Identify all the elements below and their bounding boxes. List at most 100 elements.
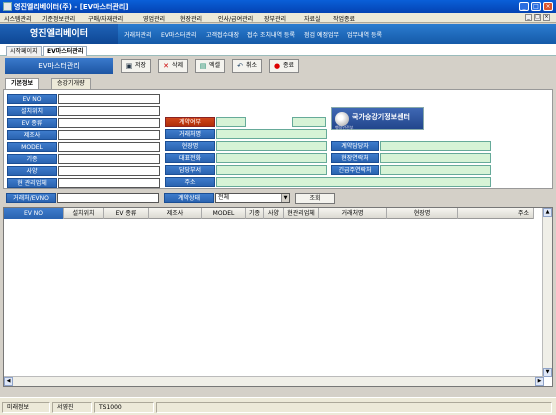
label-client-name: 거래처명	[165, 129, 215, 139]
status-code: TS1000	[94, 402, 154, 413]
menu-item[interactable]: 구매/자재관리	[88, 14, 123, 23]
delete-icon: ✕	[163, 62, 169, 70]
undo-icon: ↶	[237, 62, 243, 70]
label-model: MODEL	[7, 142, 57, 152]
header-menu-item[interactable]: 고객접수대장	[206, 30, 239, 39]
menu-item[interactable]: 현장관리	[180, 14, 202, 23]
vertical-scrollbar[interactable]: ▲ ▼	[542, 208, 552, 377]
column-header[interactable]: 제조사	[149, 208, 202, 219]
column-header[interactable]: 현장명	[387, 208, 458, 219]
scroll-down-icon[interactable]: ▼	[543, 368, 552, 377]
document-tabs: 시작페이지 EV마스터관리	[0, 44, 556, 56]
form-title: EV마스터관리	[5, 58, 113, 74]
column-header[interactable]: EV 종류	[104, 208, 149, 219]
menu-item[interactable]: 영업관리	[143, 14, 165, 23]
menu-bar: 시스템관리 기준정보관리 구매/자재관리 영업관리 현장관리 인사/급여관리 장…	[0, 13, 556, 23]
excel-icon: ▤	[199, 62, 207, 70]
column-header[interactable]: MODEL	[202, 208, 246, 219]
column-header[interactable]: 주소	[458, 208, 534, 219]
column-header[interactable]: 설치위치	[64, 208, 104, 219]
tab-ev-master[interactable]: EV마스터관리	[43, 46, 88, 56]
emergency-contact-field[interactable]	[380, 165, 491, 175]
grid-header: EV NO 설치위치 EV 종류 제조사 MODEL 기종 사양 현관리업체 거…	[4, 208, 534, 219]
scroll-left-icon[interactable]: ◀	[4, 377, 13, 386]
header-menu-item[interactable]: 점검 예정업무	[304, 30, 339, 39]
manufacturer-field[interactable]	[58, 130, 160, 140]
label-contract-state: 계약상태	[164, 193, 214, 203]
department-field[interactable]	[216, 165, 327, 175]
site-name-field[interactable]	[216, 141, 327, 151]
save-button[interactable]: ▣ 저장	[121, 59, 151, 73]
label-model-type: 기종	[7, 154, 57, 164]
tab-elevator-improvement[interactable]: 승강기개량	[51, 78, 91, 89]
contract-state-select[interactable]: 전체 ▼	[215, 193, 290, 203]
menu-item[interactable]: 시스템관리	[4, 14, 32, 23]
cancel-button[interactable]: ↶ 취소	[232, 59, 262, 73]
header-menu-item[interactable]: 업무내역 등록	[347, 30, 382, 39]
address-field[interactable]	[216, 177, 491, 187]
column-header[interactable]: 현관리업체	[284, 208, 319, 219]
app-logo: 영진엘리베이터	[0, 24, 118, 44]
menu-item[interactable]: 자료실	[304, 14, 321, 23]
maximize-button[interactable]: □	[531, 2, 541, 11]
model-field[interactable]	[58, 142, 160, 152]
label-contract-manager: 계약담당자	[331, 141, 379, 151]
current-manager-field[interactable]	[58, 178, 160, 188]
contract-status-field[interactable]	[216, 117, 246, 127]
client-name-field[interactable]	[216, 129, 327, 139]
label-install-location: 설치위치	[7, 106, 57, 116]
label-current-manager: 현 관리업체	[7, 178, 57, 188]
install-location-field[interactable]	[58, 106, 160, 116]
delete-button[interactable]: ✕ 삭제	[158, 59, 188, 73]
scroll-right-icon[interactable]: ▶	[535, 377, 544, 386]
spec-field[interactable]	[58, 166, 160, 176]
label-address: 주소	[165, 177, 215, 187]
site-contact-field[interactable]	[380, 153, 491, 163]
client-evno-search-input[interactable]	[57, 193, 159, 203]
label-contract-status: 계약여부	[165, 117, 215, 127]
status-bar: 미래정보 서영진 TS1000	[0, 397, 556, 415]
mdi-minimize-icon[interactable]: _	[525, 14, 532, 21]
column-header[interactable]: EV NO	[4, 208, 64, 219]
label-manufacturer: 제조사	[7, 130, 57, 140]
model-type-field[interactable]	[58, 154, 160, 164]
app-icon	[3, 2, 12, 11]
tab-start-page[interactable]: 시작페이지	[6, 46, 42, 56]
label-client-evno: 거래처/EVNO	[6, 193, 56, 203]
mdi-restore-icon[interactable]: □	[534, 14, 541, 21]
save-icon: ▣	[125, 62, 133, 70]
window-title: 영진엘리베이터(주) - [EV마스터관리]	[14, 3, 129, 11]
scroll-up-icon[interactable]: ▲	[543, 208, 552, 217]
column-header[interactable]: 거래처명	[319, 208, 387, 219]
contract-manager-field[interactable]	[380, 141, 491, 151]
main-phone-field[interactable]	[216, 153, 327, 163]
lookup-button[interactable]: 조회	[295, 193, 335, 204]
ev-no-field[interactable]	[58, 94, 160, 104]
header-menu-item[interactable]: 거래처관리	[124, 30, 152, 39]
header-menu-item[interactable]: 접수 조치내역 등록	[247, 30, 295, 39]
horizontal-scrollbar[interactable]: ◀ ▶	[4, 376, 544, 386]
label-ev-type: EV 종류	[7, 118, 57, 128]
detail-form: EV NO 설치위치 EV 종류 제조사 MODEL 기종 사양 현 관리업체 …	[3, 89, 553, 189]
ev-type-field[interactable]	[58, 118, 160, 128]
menu-item[interactable]: 작업종료	[333, 14, 355, 23]
header-menu-item[interactable]: EV마스터관리	[161, 30, 197, 39]
menu-item[interactable]: 기준정보관리	[42, 14, 75, 23]
close-button[interactable]: ● 종료	[269, 59, 299, 73]
gov-badge-name: 국가승강기정보센터	[352, 113, 410, 121]
tab-basic-info[interactable]: 기본정보	[5, 78, 40, 89]
ev-grid: EV NO 설치위치 EV 종류 제조사 MODEL 기종 사양 현관리업체 거…	[3, 207, 553, 387]
excel-button[interactable]: ▤ 엑셀	[195, 59, 225, 73]
close-window-button[interactable]: ×	[543, 2, 553, 11]
mdi-close-icon[interactable]: ×	[543, 14, 550, 21]
stop-icon: ●	[273, 62, 281, 70]
chevron-down-icon: ▼	[281, 194, 289, 202]
gov-elevator-center-button[interactable]: 국가승강기정보센터 행정안전부	[331, 107, 424, 130]
column-header[interactable]: 사양	[264, 208, 284, 219]
menu-item[interactable]: 장부관리	[264, 14, 286, 23]
menu-item[interactable]: 인사/급여관리	[218, 14, 253, 23]
column-header[interactable]: 기종	[246, 208, 264, 219]
minimize-button[interactable]: _	[519, 2, 529, 11]
label-emergency-contact: 긴급주연락처	[331, 165, 379, 175]
contract-extra-field[interactable]	[292, 117, 326, 127]
